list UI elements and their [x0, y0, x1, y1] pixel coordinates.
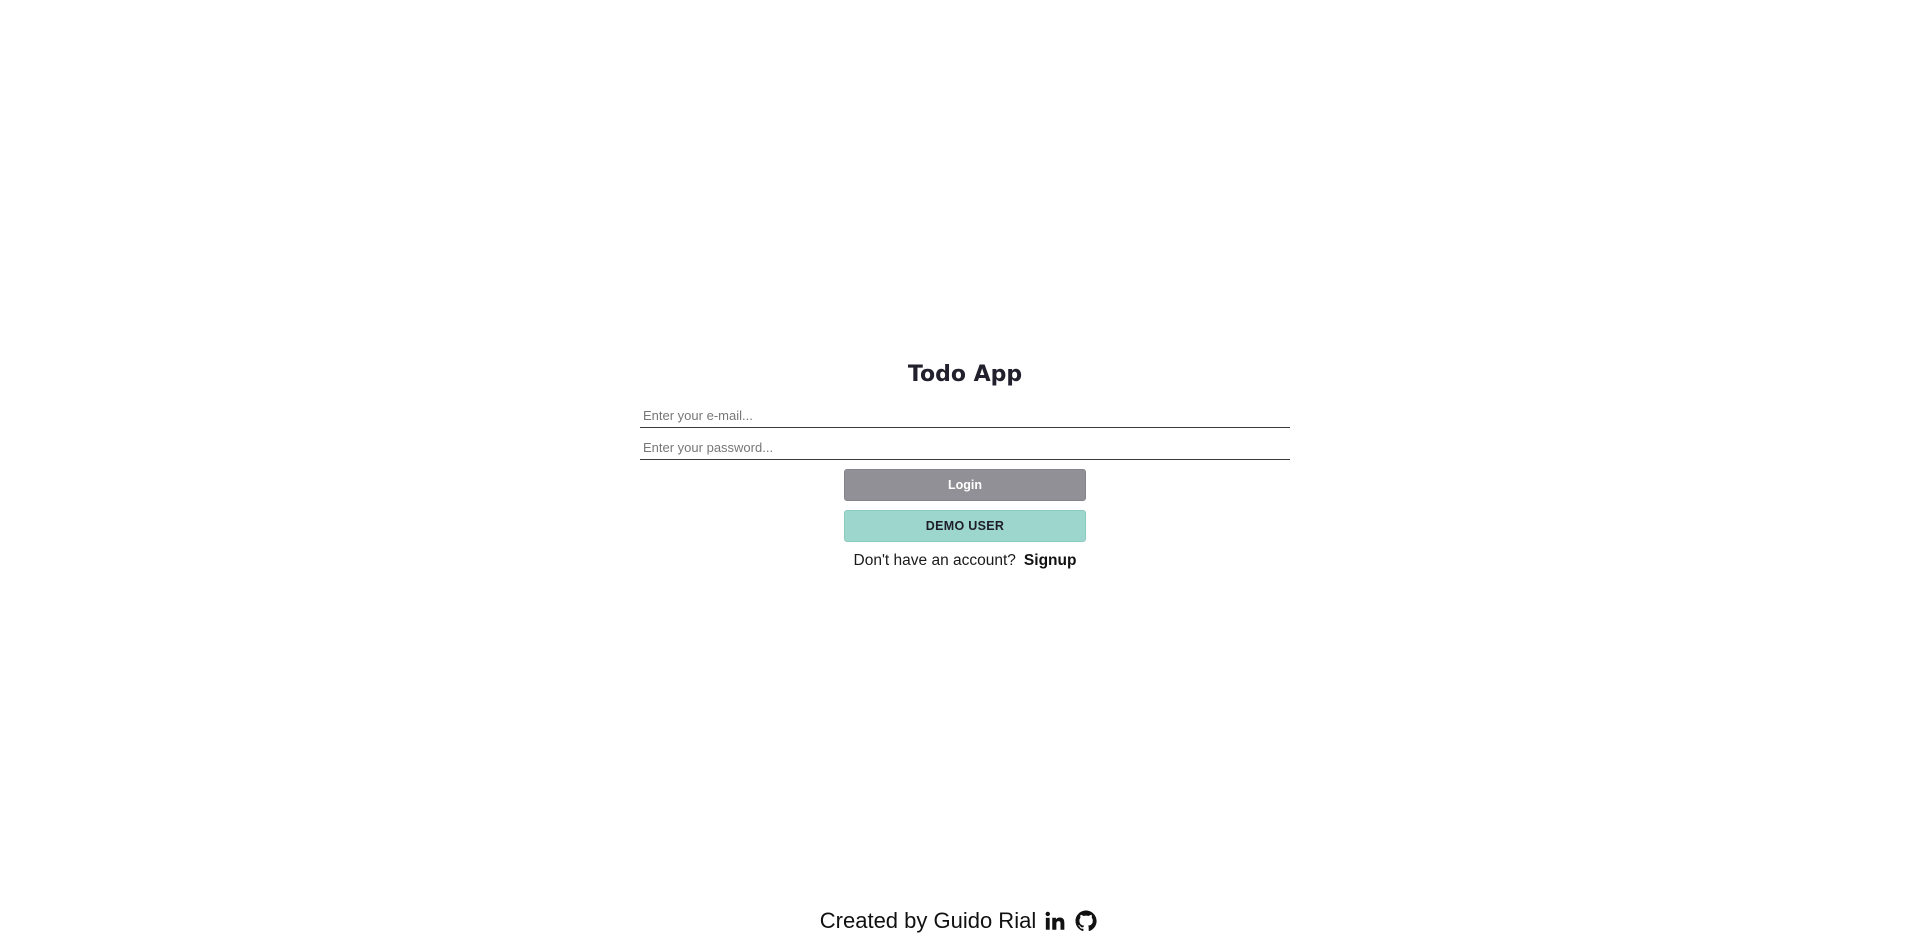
login-button[interactable]: Login	[844, 469, 1086, 501]
demo-user-button[interactable]: DEMO USER	[844, 510, 1086, 542]
signup-prompt: Don't have an account?	[853, 552, 1016, 569]
signup-row: Don't have an account? Signup	[854, 552, 1077, 570]
page: Todo App Login DEMO USER Don't have an a…	[0, 0, 1918, 947]
linkedin-icon[interactable]	[1043, 909, 1067, 933]
email-field[interactable]	[640, 404, 1290, 428]
password-field[interactable]	[640, 436, 1290, 460]
signup-link[interactable]: Signup	[1024, 552, 1077, 570]
footer-credit: Created by Guido Rial	[819, 908, 1037, 933]
page-title: Todo App	[907, 362, 1023, 387]
github-icon[interactable]	[1074, 909, 1098, 933]
login-form: Todo App Login DEMO USER Don't have an a…	[640, 360, 1290, 570]
footer: Created by Guido Rial	[0, 908, 1918, 934]
